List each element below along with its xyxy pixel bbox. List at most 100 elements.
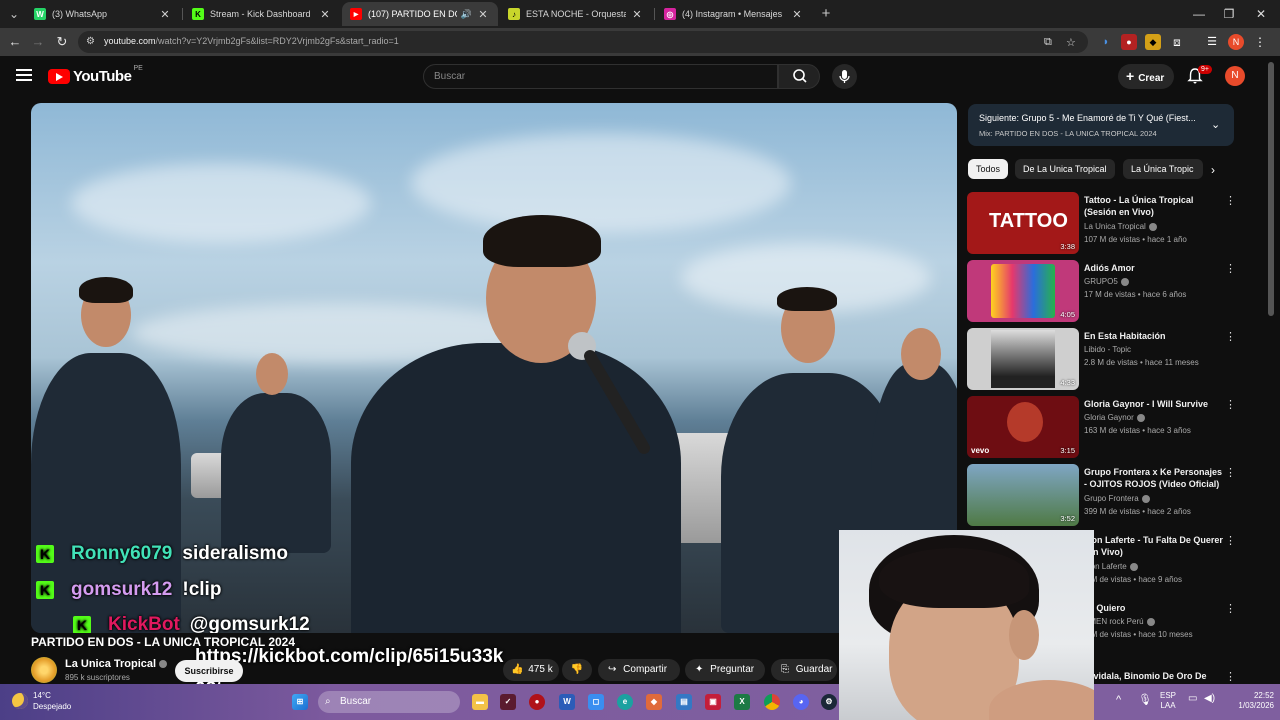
tab-search-icon[interactable]: ☰	[1204, 34, 1220, 50]
word-icon[interactable]: W	[559, 694, 575, 710]
steam-icon[interactable]: ⚙	[821, 694, 837, 710]
network-icon[interactable]: ▭	[1188, 693, 1197, 704]
back-button[interactable]: ←	[5, 32, 25, 52]
video-thumbnail[interactable]: vevo 3:15	[967, 396, 1079, 458]
tab-close-icon[interactable]: ✕	[630, 8, 644, 21]
page-scrollbar[interactable]	[1268, 62, 1274, 316]
install-app-icon[interactable]: ⧉	[1044, 36, 1052, 49]
more-options-icon[interactable]: ⋮	[1225, 466, 1236, 479]
app-icon[interactable]: ▤	[676, 694, 692, 710]
weather-desc[interactable]: Despejado	[33, 702, 71, 711]
chevron-down-icon[interactable]: ⌄	[1211, 118, 1220, 131]
file-explorer-icon[interactable]: ▬	[472, 694, 488, 710]
recommendation-item[interactable]: vevo 3:15 Gloria Gaynor - I Will Survive…	[967, 396, 1237, 460]
app-icon[interactable]: ●	[529, 694, 545, 710]
channel-avatar[interactable]	[31, 657, 57, 683]
browser-menu-icon[interactable]: ⋮	[1252, 34, 1268, 50]
recommendation-item[interactable]: 4:05 Adiós Amor GRUPO5 17 M de vistas • …	[967, 260, 1237, 324]
youtube-logo[interactable]: YouTube PE	[48, 65, 143, 85]
more-options-icon[interactable]: ⋮	[1225, 670, 1236, 683]
tab-close-icon[interactable]: ✕	[790, 8, 804, 21]
weather-temp[interactable]: 14°C	[33, 691, 51, 700]
excel-icon[interactable]: X	[734, 694, 750, 710]
search-button[interactable]	[778, 64, 820, 89]
recommendation-channel[interactable]: La Unica Tropical	[1084, 222, 1157, 231]
recommendation-item[interactable]: 3:52 Grupo Frontera x Ke Personajes - OJ…	[967, 464, 1237, 528]
tab-close-icon[interactable]: ✕	[158, 8, 172, 21]
taskbar-search-input[interactable]: ⌕ Buscar	[318, 691, 460, 713]
new-tab-button[interactable]: +	[816, 4, 836, 24]
recommendation-channel[interactable]: Gloria Gaynor	[1084, 413, 1145, 422]
voice-search-button[interactable]	[832, 64, 857, 89]
recommendation-channel[interactable]: Libido - Topic	[1084, 345, 1131, 354]
bookmark-star-icon[interactable]: ☆	[1066, 36, 1076, 49]
dislike-button[interactable]: 👎	[562, 659, 592, 681]
tab-close-icon[interactable]: ✕	[318, 8, 332, 21]
recommendation-title[interactable]: Grupo Frontera x Ke Personajes - OJITOS …	[1084, 466, 1224, 490]
recommendation-item[interactable]: TATTOO 3:38 Tattoo - La Única Tropical (…	[967, 192, 1237, 256]
search-input[interactable]: Buscar	[423, 64, 778, 89]
close-window-button[interactable]: ✕	[1246, 4, 1276, 24]
share-button[interactable]: ↪ Compartir	[598, 659, 680, 681]
like-button[interactable]: 👍 475 k	[503, 659, 559, 681]
save-button[interactable]: ⎘ Guardar	[771, 659, 837, 681]
forward-button[interactable]: →	[28, 32, 48, 52]
more-options-icon[interactable]: ⋮	[1225, 602, 1236, 615]
recommendation-channel[interactable]: AMEN rock Perú	[1084, 617, 1155, 626]
recommendation-title[interactable]: Olvidala, Binomio De Oro De	[1084, 670, 1224, 682]
address-bar[interactable]: ⚙ youtube.com/watch?v=Y2Vrjmb2gFs&list=R…	[78, 31, 1088, 53]
microphone-tray-icon[interactable]: 🎙	[1138, 693, 1152, 706]
more-options-icon[interactable]: ⋮	[1225, 262, 1236, 275]
chip-la-unica-tropical[interactable]: La Única Tropic	[1123, 159, 1203, 179]
video-thumbnail[interactable]: 4:33	[967, 328, 1079, 390]
extension-icon[interactable]: ◆	[1145, 34, 1161, 50]
more-options-icon[interactable]: ⋮	[1225, 534, 1236, 547]
browser-tab-whatsapp[interactable]: W (3) WhatsApp ✕	[26, 2, 180, 26]
extension-icon[interactable]: ●	[1121, 34, 1137, 50]
app-icon[interactable]: ◻	[588, 694, 604, 710]
url-text[interactable]: youtube.com/watch?v=Y2Vrjmb2gFs&list=RDY…	[104, 36, 399, 46]
chevron-right-icon[interactable]: ›	[1211, 163, 1215, 177]
extensions-puzzle-icon[interactable]: ⧈	[1169, 34, 1185, 50]
menu-icon[interactable]	[16, 69, 32, 83]
volume-icon[interactable]: ◀)	[1204, 693, 1215, 704]
edge-icon[interactable]: e	[617, 694, 633, 710]
recommendation-title[interactable]: Tattoo - La Única Tropical (Sesión en Vi…	[1084, 194, 1224, 218]
browser-tab-kick[interactable]: K Stream - Kick Dashboard ✕	[184, 2, 340, 26]
video-thumbnail[interactable]: TATTOO 3:38	[967, 192, 1079, 254]
app-icon[interactable]: ◆	[646, 694, 662, 710]
more-options-icon[interactable]: ⋮	[1225, 194, 1236, 207]
video-thumbnail[interactable]: 3:52	[967, 464, 1079, 526]
chrome-icon[interactable]	[764, 694, 780, 710]
language-indicator[interactable]: ESP LAA	[1160, 691, 1176, 711]
clock[interactable]: 22:52 1/03/2026	[1228, 691, 1274, 711]
windows-start-icon[interactable]: ⊞	[292, 694, 308, 710]
discord-icon[interactable]: ◕	[793, 694, 809, 710]
recommendation-title[interactable]: Gloria Gaynor - I Will Survive	[1084, 398, 1224, 410]
up-next-card[interactable]: Siguiente: Grupo 5 - Me Enamoré de Ti Y …	[968, 104, 1234, 146]
chip-de-la-unica-tropical[interactable]: De La Unica Tropical	[1015, 159, 1115, 179]
audio-playing-icon[interactable]: 🔊	[461, 9, 472, 20]
maximize-button[interactable]: ❐	[1214, 4, 1244, 24]
browser-tab-instagram[interactable]: ◎ (4) Instagram • Mensajes ✕	[656, 2, 812, 26]
account-avatar[interactable]: N	[1225, 66, 1245, 86]
more-options-icon[interactable]: ⋮	[1225, 330, 1236, 343]
minimize-button[interactable]: —	[1184, 4, 1214, 24]
channel-name[interactable]: La Unica Tropical	[65, 658, 168, 670]
app-icon[interactable]: ▣	[705, 694, 721, 710]
browser-tab-orquesta[interactable]: ♪ ESTA NOCHE - Orquesta Cand ✕	[500, 2, 652, 26]
tab-search-button[interactable]: ⌄	[4, 4, 24, 24]
recommendation-title[interactable]: Mon Laferte - Tu Falta De Querer (En Viv…	[1084, 534, 1224, 558]
video-player[interactable]: K Ronny6079 sideralismo K gomsurk12 !cli…	[31, 103, 957, 633]
subscribe-button[interactable]: Suscribirse	[175, 660, 243, 682]
browser-tab-youtube[interactable]: ▶ (107) PARTIDO EN DOS - LA 🔊 ✕	[342, 2, 498, 26]
recommendation-item[interactable]: 4:33 En Esta Habitación Libido - Topic 2…	[967, 328, 1237, 392]
recommendation-title[interactable]: Te Quiero	[1084, 602, 1224, 614]
chevron-up-icon[interactable]: ^	[1116, 694, 1121, 706]
recommendation-title[interactable]: En Esta Habitación	[1084, 330, 1224, 342]
site-info-icon[interactable]: ⚙	[86, 36, 98, 48]
more-options-icon[interactable]: ⋮	[1225, 398, 1236, 411]
video-thumbnail[interactable]: 4:05	[967, 260, 1079, 322]
create-button[interactable]: + Crear	[1118, 64, 1174, 89]
reload-button[interactable]: ↻	[52, 32, 72, 52]
